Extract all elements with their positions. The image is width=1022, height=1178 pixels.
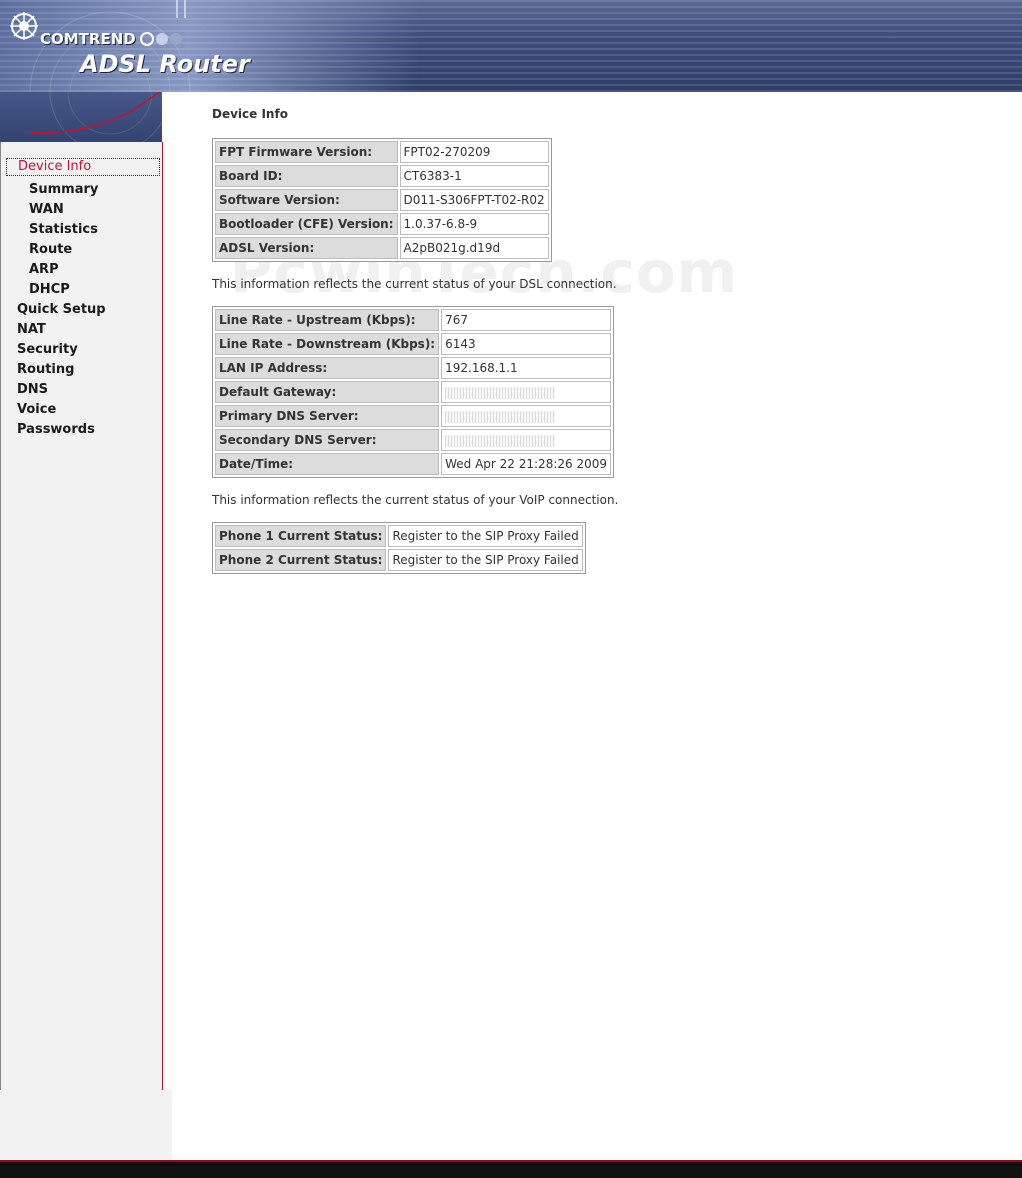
- table-row: Primary DNS Server:: [215, 405, 611, 427]
- voip-status-note: This information reflects the current st…: [212, 493, 619, 507]
- table-row: ADSL Version: A2pB021g.d19d: [215, 237, 549, 259]
- row-label: Default Gateway:: [215, 381, 440, 403]
- row-label: Date/Time:: [215, 453, 440, 475]
- row-label: Phone 1 Current Status:: [215, 525, 387, 547]
- table-row: FPT Firmware Version: FPT02-270209: [215, 141, 549, 163]
- dsl-status-note: This information reflects the current st…: [212, 277, 617, 291]
- table-row: Line Rate - Downstream (Kbps): 6143: [215, 333, 611, 355]
- row-value: 6143: [441, 333, 611, 355]
- sidebar-item-arp[interactable]: ARP: [6, 260, 160, 280]
- table-row: Default Gateway:: [215, 381, 611, 403]
- row-value: Wed Apr 22 21:28:26 2009: [441, 453, 611, 475]
- sidebar-item-security[interactable]: Security: [6, 340, 160, 360]
- table-row: Software Version: D011-S306FPT-T02-R02: [215, 189, 549, 211]
- redacted-value: [445, 410, 556, 423]
- page-title: Device Info: [212, 107, 288, 121]
- row-label: ADSL Version:: [215, 237, 398, 259]
- voip-status-table: Phone 1 Current Status: Register to the …: [212, 522, 586, 574]
- sidebar-footer: [0, 1090, 172, 1160]
- redacted-value: [445, 386, 556, 399]
- row-value: 1.0.37-6.8-9: [399, 213, 549, 235]
- sidebar-item-summary[interactable]: Summary: [6, 180, 160, 200]
- table-row: LAN IP Address: 192.168.1.1: [215, 357, 611, 379]
- row-value: 192.168.1.1: [441, 357, 611, 379]
- row-label: Secondary DNS Server:: [215, 429, 440, 451]
- row-value-redacted: [441, 381, 611, 403]
- sidebar-item-statistics[interactable]: Statistics: [6, 220, 160, 240]
- sidebar-item-route[interactable]: Route: [6, 240, 160, 260]
- brand-circles-icon: [140, 32, 182, 46]
- sidebar-item-routing[interactable]: Routing: [6, 360, 160, 380]
- row-label: Line Rate - Downstream (Kbps):: [215, 333, 440, 355]
- sidebar-item-dhcp[interactable]: DHCP: [6, 280, 160, 300]
- sidebar-item-device-info[interactable]: Device Info: [6, 158, 160, 176]
- sidebar-nav: Device Info Summary WAN Statistics Route…: [6, 158, 160, 440]
- row-value-redacted: [441, 405, 611, 427]
- row-value: Register to the SIP Proxy Failed: [388, 525, 583, 547]
- sidebar-item-wan[interactable]: WAN: [6, 200, 160, 220]
- sidebar-item-quick-setup[interactable]: Quick Setup: [6, 300, 160, 320]
- redacted-value: [445, 434, 556, 447]
- row-value: A2pB021g.d19d: [399, 237, 549, 259]
- row-value: D011-S306FPT-T02-R02: [399, 189, 549, 211]
- row-value: 767: [441, 309, 611, 331]
- row-value: Register to the SIP Proxy Failed: [388, 549, 583, 571]
- table-row: Bootloader (CFE) Version: 1.0.37-6.8-9: [215, 213, 549, 235]
- table-row: Board ID: CT6383-1: [215, 165, 549, 187]
- sidebar: Device Info Summary WAN Statistics Route…: [0, 142, 163, 1090]
- header-banner: COMTREND ADSL Router: [0, 0, 1022, 92]
- table-row: Secondary DNS Server:: [215, 429, 611, 451]
- row-label: Board ID:: [215, 165, 398, 187]
- row-label: FPT Firmware Version:: [215, 141, 398, 163]
- row-label: Software Version:: [215, 189, 398, 211]
- sidebar-item-voice[interactable]: Voice: [6, 400, 160, 420]
- row-value-redacted: [441, 429, 611, 451]
- row-label: Line Rate - Upstream (Kbps):: [215, 309, 440, 331]
- window-bottom-bar: [0, 1160, 1022, 1178]
- sidebar-item-nat[interactable]: NAT: [6, 320, 160, 340]
- row-label: LAN IP Address:: [215, 357, 440, 379]
- table-row: Phone 2 Current Status: Register to the …: [215, 549, 583, 571]
- product-name: ADSL Router: [80, 50, 250, 78]
- decorative-swoosh-icon: [29, 92, 162, 142]
- dsl-status-table: Line Rate - Upstream (Kbps): 767 Line Ra…: [212, 306, 614, 478]
- row-label: Bootloader (CFE) Version:: [215, 213, 398, 235]
- row-label: Primary DNS Server:: [215, 405, 440, 427]
- brand-logo: COMTREND: [40, 30, 136, 48]
- row-value: CT6383-1: [399, 165, 549, 187]
- header-left-panel: [0, 92, 162, 142]
- row-label: Phone 2 Current Status:: [215, 549, 387, 571]
- sidebar-item-passwords[interactable]: Passwords: [6, 420, 160, 440]
- table-row: Line Rate - Upstream (Kbps): 767: [215, 309, 611, 331]
- sidebar-item-dns[interactable]: DNS: [6, 380, 160, 400]
- row-value: FPT02-270209: [399, 141, 549, 163]
- table-row: Phone 1 Current Status: Register to the …: [215, 525, 583, 547]
- table-row: Date/Time: Wed Apr 22 21:28:26 2009: [215, 453, 611, 475]
- main-content: Device Info FPT Firmware Version: FPT02-…: [212, 106, 618, 574]
- device-info-table: FPT Firmware Version: FPT02-270209 Board…: [212, 138, 552, 262]
